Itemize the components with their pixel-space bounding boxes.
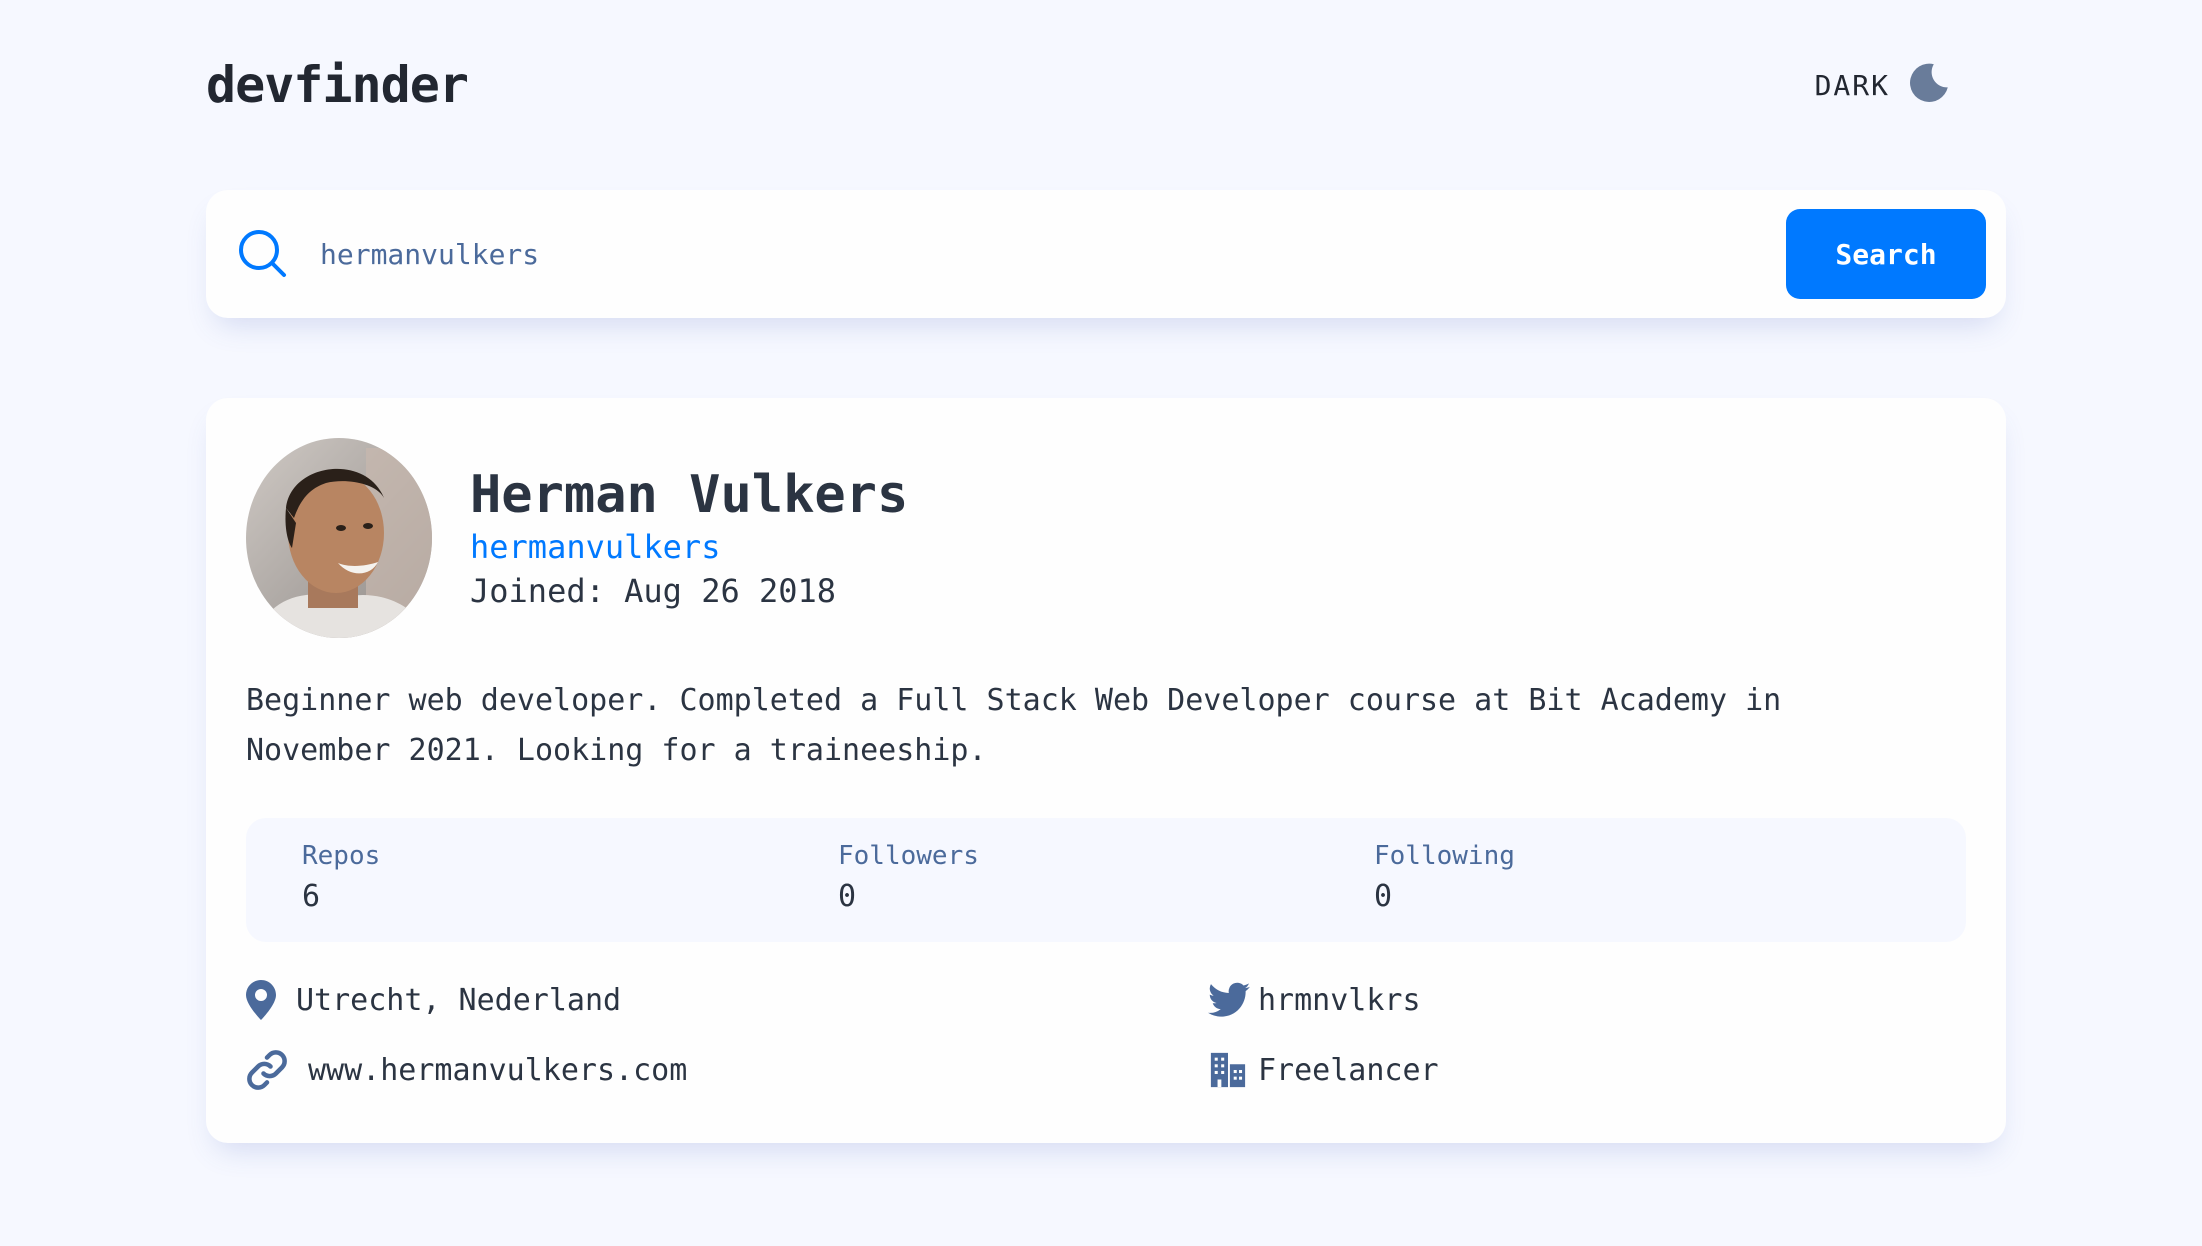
company-item: Freelancer bbox=[1208, 1050, 1966, 1090]
location-item: Utrecht, Nederland bbox=[246, 980, 1208, 1020]
avatar bbox=[246, 438, 432, 638]
search-icon bbox=[236, 227, 290, 281]
location-pin-icon bbox=[246, 978, 290, 1022]
header: devfinder DARK bbox=[206, 52, 2006, 118]
profile-bio: Beginner web developer. Completed a Full… bbox=[246, 683, 1782, 768]
stat-followers: Followers 0 bbox=[838, 840, 1374, 942]
stat-label: Followers bbox=[838, 841, 979, 871]
profile-card: Herman Vulkers hermanvulkers Joined: Aug… bbox=[206, 398, 2006, 1143]
stats-panel: Repos 6 Followers 0 Following 0 bbox=[246, 818, 1966, 942]
stat-value: 0 bbox=[1374, 879, 1393, 914]
theme-toggle-label: DARK bbox=[1814, 68, 1890, 102]
app-root: devfinder DARK Search bbox=[0, 0, 2202, 1246]
stat-value: 0 bbox=[838, 879, 857, 914]
search-input[interactable] bbox=[320, 224, 1786, 284]
theme-toggle[interactable]: DARK bbox=[1815, 60, 1952, 110]
app-logo: devfinder bbox=[206, 56, 469, 114]
website-link[interactable]: www.hermanvulkers.com bbox=[308, 1053, 687, 1088]
stat-label: Repos bbox=[302, 841, 381, 871]
profile-identity: Herman Vulkers hermanvulkers Joined: Aug… bbox=[470, 464, 908, 614]
stat-value: 6 bbox=[302, 879, 321, 914]
profile-joined-date: Joined: Aug 26 2018 bbox=[470, 572, 837, 610]
profile-login-link[interactable]: hermanvulkers bbox=[470, 526, 908, 568]
twitter-item[interactable]: hrmnvlkrs bbox=[1208, 980, 1966, 1020]
stat-label: Following bbox=[1374, 841, 1515, 871]
stat-following: Following 0 bbox=[1374, 840, 1910, 942]
company-text: Freelancer bbox=[1258, 1052, 1439, 1088]
twitter-handle: hrmnvlkrs bbox=[1258, 982, 1421, 1018]
website-item[interactable]: www.hermanvulkers.com bbox=[246, 1050, 1208, 1090]
building-icon bbox=[1208, 1048, 1252, 1092]
stat-repos: Repos 6 bbox=[302, 840, 838, 942]
search-bar: Search bbox=[206, 190, 2006, 318]
profile-links: Utrecht, Nederland hrmnvlkrs www.hermanv… bbox=[246, 980, 1966, 1090]
twitter-icon bbox=[1208, 978, 1252, 1022]
link-icon bbox=[246, 1048, 290, 1092]
moon-icon bbox=[1906, 60, 1952, 110]
profile-name: Herman Vulkers bbox=[470, 465, 909, 525]
location-text: Utrecht, Nederland bbox=[296, 982, 622, 1018]
search-button[interactable]: Search bbox=[1786, 209, 1986, 299]
